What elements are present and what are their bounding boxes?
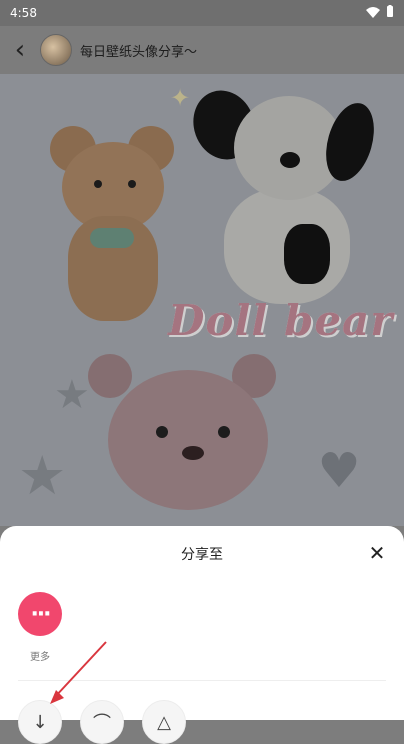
download-icon: ↓ — [32, 711, 48, 733]
status-time: 4:58 — [10, 6, 37, 20]
more-button[interactable]: ··· — [18, 592, 62, 636]
heart-icon: ♥ — [317, 443, 361, 499]
puppy-figure — [183, 81, 390, 304]
share-sheet-title: 分享至 — [181, 547, 223, 563]
post-image[interactable]: ✦ ✦ Doll bear ★ ★ ♥ — [0, 74, 404, 526]
back-button[interactable]: ‹ — [0, 26, 40, 74]
battery-icon — [386, 5, 394, 21]
image-caption: Doll bear — [168, 296, 394, 345]
annotation-arrow — [50, 641, 107, 704]
teddy-bear-figure — [28, 116, 198, 321]
warning-icon: △ — [157, 711, 171, 733]
pink-bear-figure — [88, 350, 278, 526]
close-icon: ✕ — [368, 541, 386, 565]
sparkle-icon: ✦ — [170, 84, 191, 112]
star-icon: ★ — [18, 444, 67, 507]
star-icon: ★ — [54, 372, 90, 418]
link-button[interactable]: ⌒ — [80, 700, 124, 744]
avatar[interactable] — [40, 34, 72, 66]
wifi-icon — [366, 6, 380, 21]
back-icon: ‹ — [14, 35, 26, 65]
close-button[interactable]: ✕ — [364, 540, 390, 566]
post-header: ‹ 每日壁纸头像分享～ — [0, 26, 404, 74]
more-icon: ··· — [30, 601, 51, 627]
link-icon: ⌒ — [93, 713, 111, 734]
status-bar: 4:58 — [0, 0, 404, 26]
report-button[interactable]: △ — [142, 700, 186, 744]
post-title: 每日壁纸头像分享～ — [80, 44, 198, 60]
download-button[interactable]: ↓ — [18, 700, 62, 744]
status-icons — [366, 5, 394, 21]
